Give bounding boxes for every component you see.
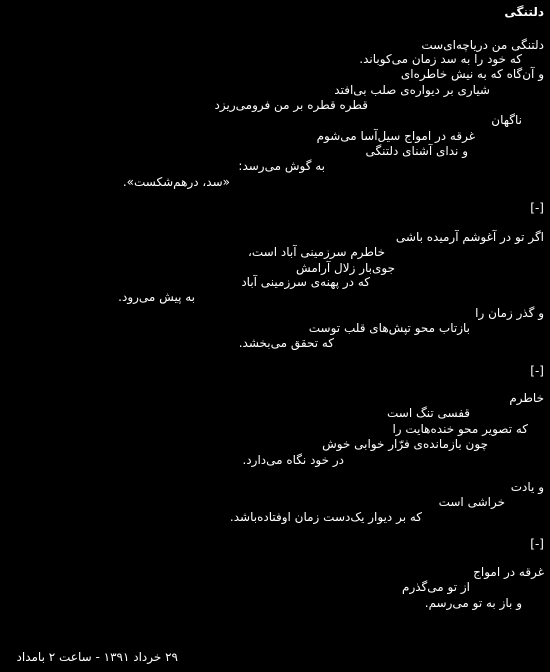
poem-line: ناگهان — [491, 113, 522, 127]
poem-line: و آن‌گاه که به نیش خاطره‌ای — [400, 67, 544, 81]
poem-line: خراشی است — [438, 495, 505, 509]
poem-line: و ندای آشنای دلتنگی — [365, 144, 468, 158]
poem-line: جوی‌بار زلال آرامش — [296, 261, 395, 275]
poem-line: اگر تو در آغوشم آرمیده باشی — [395, 230, 544, 244]
poem-line: و گذر زمان را — [475, 306, 544, 320]
poem-line: در خود نگاه می‌دارد. — [242, 453, 344, 467]
poem-line: که تصویر محو خنده‌هایت را — [392, 422, 528, 436]
poem-line: غرقه در امواج سیل‌آسا می‌شوم — [316, 129, 475, 143]
poem-line: و باز به تو می‌رسم. — [424, 596, 522, 610]
poem-line: چون بازمانده‌ی فرّار خوابی خوش — [322, 437, 488, 451]
poem-line: که تحقق می‌بخشد. — [238, 336, 334, 350]
poem-line: از تو می‌گذرم — [402, 580, 470, 594]
poem-line: که خود را به سد زمان می‌کوباند. — [359, 52, 522, 66]
poem-line: که بر دیوار یک‌دست زمان اوفتاده‌باشد. — [229, 510, 422, 524]
poem-line: خاطرم سرزمینی آباد است، — [248, 245, 385, 259]
poem-line: به گوش می‌رسد: — [238, 159, 325, 173]
section-separator[interactable]: [-] — [530, 201, 544, 216]
poem-line: که در پهنه‌ی سرزمینی آباد — [241, 275, 370, 289]
poem-line: و یادت — [510, 480, 544, 494]
poem-line: قطره قطره بر من فرومی‌ریزد — [214, 98, 368, 112]
poem-line: «سد، درهم‌شکست». — [122, 175, 230, 189]
poem-date: ۲۹ خرداد ۱۳۹۱ - ساعت ۲ بامداد — [16, 650, 178, 664]
poem-line: دلتنگی من دریاچه‌ای‌ست — [421, 38, 544, 52]
poem-line: قفسی تنگ است — [386, 406, 470, 420]
section-separator[interactable]: [-] — [530, 537, 544, 552]
poem-title: دلتنگی — [504, 5, 544, 19]
section-separator[interactable]: [-] — [530, 364, 544, 379]
poem-line: به پیش می‌رود. — [118, 290, 195, 304]
poem-line: شیاری بر دیواره‌ی صلب بی‌افتد — [334, 83, 490, 97]
poem-line: خاطرم — [509, 391, 544, 405]
poem-line: بازتاب محو تپش‌های قلب توست — [308, 321, 470, 335]
poem-line: غرقه در امواج — [473, 565, 544, 579]
